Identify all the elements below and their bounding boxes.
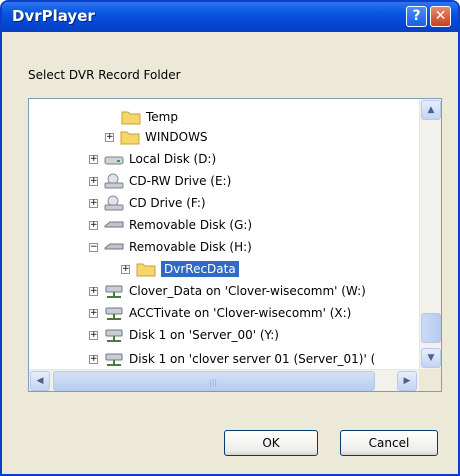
expand-toggle[interactable]: + — [89, 308, 98, 318]
scroll-up-button[interactable]: ▲ — [421, 100, 441, 120]
tree-item-label: CD Drive (F:) — [129, 196, 206, 210]
expand-toggle[interactable]: + — [89, 198, 98, 208]
hard-drive-icon — [104, 151, 124, 167]
close-button[interactable]: ✕ — [430, 6, 451, 27]
title-bar[interactable]: DvrPlayer ? ✕ — [2, 2, 458, 32]
scroll-grip: ||| — [209, 378, 218, 387]
cd-drive-icon — [104, 173, 124, 189]
tree-item-label: ACCTivate on 'Clover-wisecomm' (X:) — [129, 306, 352, 320]
tree-item-label: Removable Disk (G:) — [129, 218, 253, 232]
folder-icon — [136, 261, 156, 277]
expand-toggle[interactable]: + — [89, 176, 98, 186]
tree-item-label: WINDOWS — [145, 130, 208, 144]
tree-item-local-disk-d[interactable]: + Local Disk (D:) — [89, 149, 216, 169]
folder-tree[interactable]: Temp + WINDOWS + Local Disk (D:) + CD-RW… — [28, 98, 442, 392]
network-drive-icon — [104, 351, 124, 367]
tree-item-disk1-server00-y[interactable]: + Disk 1 on 'Server_00' (Y:) — [89, 325, 279, 345]
network-drive-icon — [104, 327, 124, 343]
network-drive-icon — [104, 305, 124, 321]
expand-toggle[interactable]: + — [89, 286, 98, 296]
scroll-left-button[interactable]: ◀ — [30, 371, 50, 391]
tree-item-dvrrecdata[interactable]: + DvrRecData — [121, 259, 239, 279]
expand-toggle[interactable]: + — [89, 330, 98, 340]
tree-item-acctivate-x[interactable]: + ACCTivate on 'Clover-wisecomm' (X:) — [89, 303, 351, 323]
tree-item-label: Removable Disk (H:) — [129, 240, 252, 254]
ok-button[interactable]: OK — [224, 430, 318, 456]
collapse-toggle[interactable]: − — [89, 242, 98, 252]
tree-item-disk1-clover-server01[interactable]: + Disk 1 on 'clover server 01 (Server_01… — [89, 349, 375, 369]
dialog-window: DvrPlayer ? ✕ Select DVR Record Folder T… — [0, 0, 460, 476]
tree-item-clover-data-w[interactable]: + Clover_Data on 'Clover-wisecomm' (W:) — [89, 281, 366, 301]
removable-disk-icon — [104, 239, 124, 255]
vertical-scroll-thumb[interactable] — [421, 313, 441, 343]
tree-item-cd-drive-f[interactable]: + CD Drive (F:) — [89, 193, 206, 213]
scroll-down-button[interactable]: ▼ — [421, 348, 441, 368]
cd-drive-icon — [104, 195, 124, 211]
expand-toggle[interactable]: + — [89, 354, 98, 364]
vertical-scrollbar[interactable]: ▲ ▼ — [419, 99, 441, 369]
tree-item-windows[interactable]: + WINDOWS — [105, 127, 208, 147]
tree-item-label: Local Disk (D:) — [129, 152, 217, 166]
window-title: DvrPlayer — [12, 7, 95, 25]
scroll-right-button[interactable]: ▶ — [397, 371, 417, 391]
cancel-button[interactable]: Cancel — [340, 430, 438, 456]
tree-item-label: CD-RW Drive (E:) — [129, 174, 232, 188]
expand-toggle[interactable]: + — [121, 264, 130, 274]
horizontal-scrollbar[interactable]: ◀ ||| ▶ — [29, 369, 419, 391]
tree-item-label: Disk 1 on 'Server_00' (Y:) — [129, 328, 279, 342]
tree-item-cd-rw-drive-e[interactable]: + CD-RW Drive (E:) — [89, 171, 231, 191]
folder-icon — [121, 109, 141, 125]
expand-toggle[interactable]: + — [105, 132, 114, 142]
tree-item-label: Clover_Data on 'Clover-wisecomm' (W:) — [129, 284, 366, 298]
help-button[interactable]: ? — [406, 6, 427, 27]
horizontal-scroll-thumb[interactable]: ||| — [53, 371, 375, 391]
tree-item-label: DvrRecData — [161, 261, 239, 277]
expand-toggle[interactable]: + — [89, 154, 98, 164]
network-drive-icon — [104, 283, 124, 299]
folder-icon — [120, 129, 140, 145]
dialog-prompt: Select DVR Record Folder — [28, 68, 181, 82]
scrollbar-corner — [419, 369, 441, 391]
tree-item-removable-disk-h[interactable]: − Removable Disk (H:) — [89, 237, 252, 257]
expand-toggle[interactable]: + — [89, 220, 98, 230]
tree-item-label: Temp — [146, 110, 178, 124]
tree-item-removable-disk-g[interactable]: + Removable Disk (G:) — [89, 215, 252, 235]
removable-disk-icon — [104, 217, 124, 233]
tree-item-temp[interactable]: Temp — [121, 107, 178, 127]
tree-item-label: Disk 1 on 'clover server 01 (Server_01)'… — [129, 352, 376, 366]
